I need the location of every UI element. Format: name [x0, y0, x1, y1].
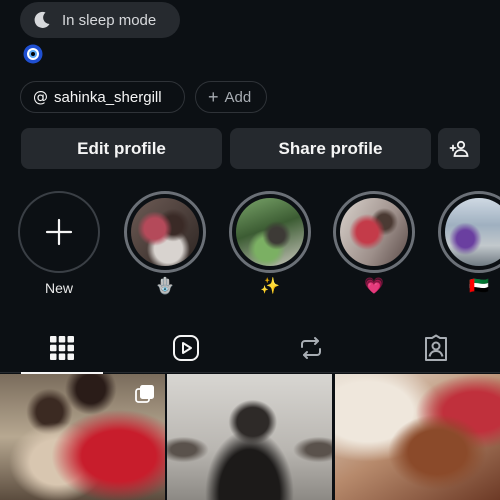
highlight-cover-image	[236, 198, 304, 266]
post-image	[335, 374, 500, 500]
highlight-item[interactable]: ✨	[229, 191, 311, 297]
post-thumbnail[interactable]	[0, 374, 165, 500]
status-text: In sleep mode	[62, 11, 157, 29]
plus-icon: +	[208, 87, 219, 107]
profile-tabs	[0, 323, 500, 374]
discover-people-button[interactable]	[438, 128, 480, 169]
highlight-cover-image	[340, 198, 408, 266]
highlight-item[interactable]: 🇦🇪	[438, 191, 500, 297]
add-link-button[interactable]: + Add	[195, 81, 267, 113]
threads-handle: sahinka_shergill	[54, 88, 162, 106]
carousel-icon	[135, 385, 154, 403]
reposts-icon	[301, 337, 321, 359]
threads-link[interactable]: @ sahinka_shergill	[20, 81, 185, 113]
tab-reposts[interactable]	[270, 323, 352, 373]
tagged-icon	[425, 334, 447, 361]
edit-profile-button[interactable]: Edit profile	[21, 128, 222, 169]
tab-reels[interactable]	[145, 323, 227, 373]
evil-eye-icon	[23, 44, 43, 64]
tab-posts-grid[interactable]	[21, 323, 103, 374]
highlight-label: 🇦🇪	[469, 278, 489, 295]
highlight-cover-image	[445, 198, 500, 266]
add-label: Add	[224, 88, 252, 106]
highlight-item[interactable]: 💗	[333, 191, 415, 297]
new-highlight-circle[interactable]	[18, 191, 100, 273]
highlight-label: 🪬	[155, 278, 175, 295]
highlight-label: ✨	[260, 278, 280, 295]
reels-icon	[173, 335, 199, 361]
highlight-label: 💗	[364, 278, 384, 295]
post-thumbnail[interactable]	[335, 374, 500, 500]
plus-icon	[45, 218, 73, 246]
post-thumbnail[interactable]	[167, 374, 332, 500]
highlight-cover-image	[131, 198, 199, 266]
tab-tagged[interactable]	[395, 323, 477, 373]
posts-grid	[0, 374, 500, 500]
grid-icon	[50, 336, 74, 360]
share-profile-button[interactable]: Share profile	[230, 128, 431, 169]
sleep-mode-status[interactable]: In sleep mode	[20, 2, 180, 38]
moon-icon	[34, 11, 50, 28]
threads-icon: @	[33, 88, 48, 106]
highlight-new[interactable]: New	[18, 191, 100, 298]
highlight-item[interactable]: 🪬	[124, 191, 206, 297]
highlight-label: New	[44, 280, 73, 296]
post-image	[167, 374, 332, 500]
person-add-icon	[449, 140, 469, 157]
